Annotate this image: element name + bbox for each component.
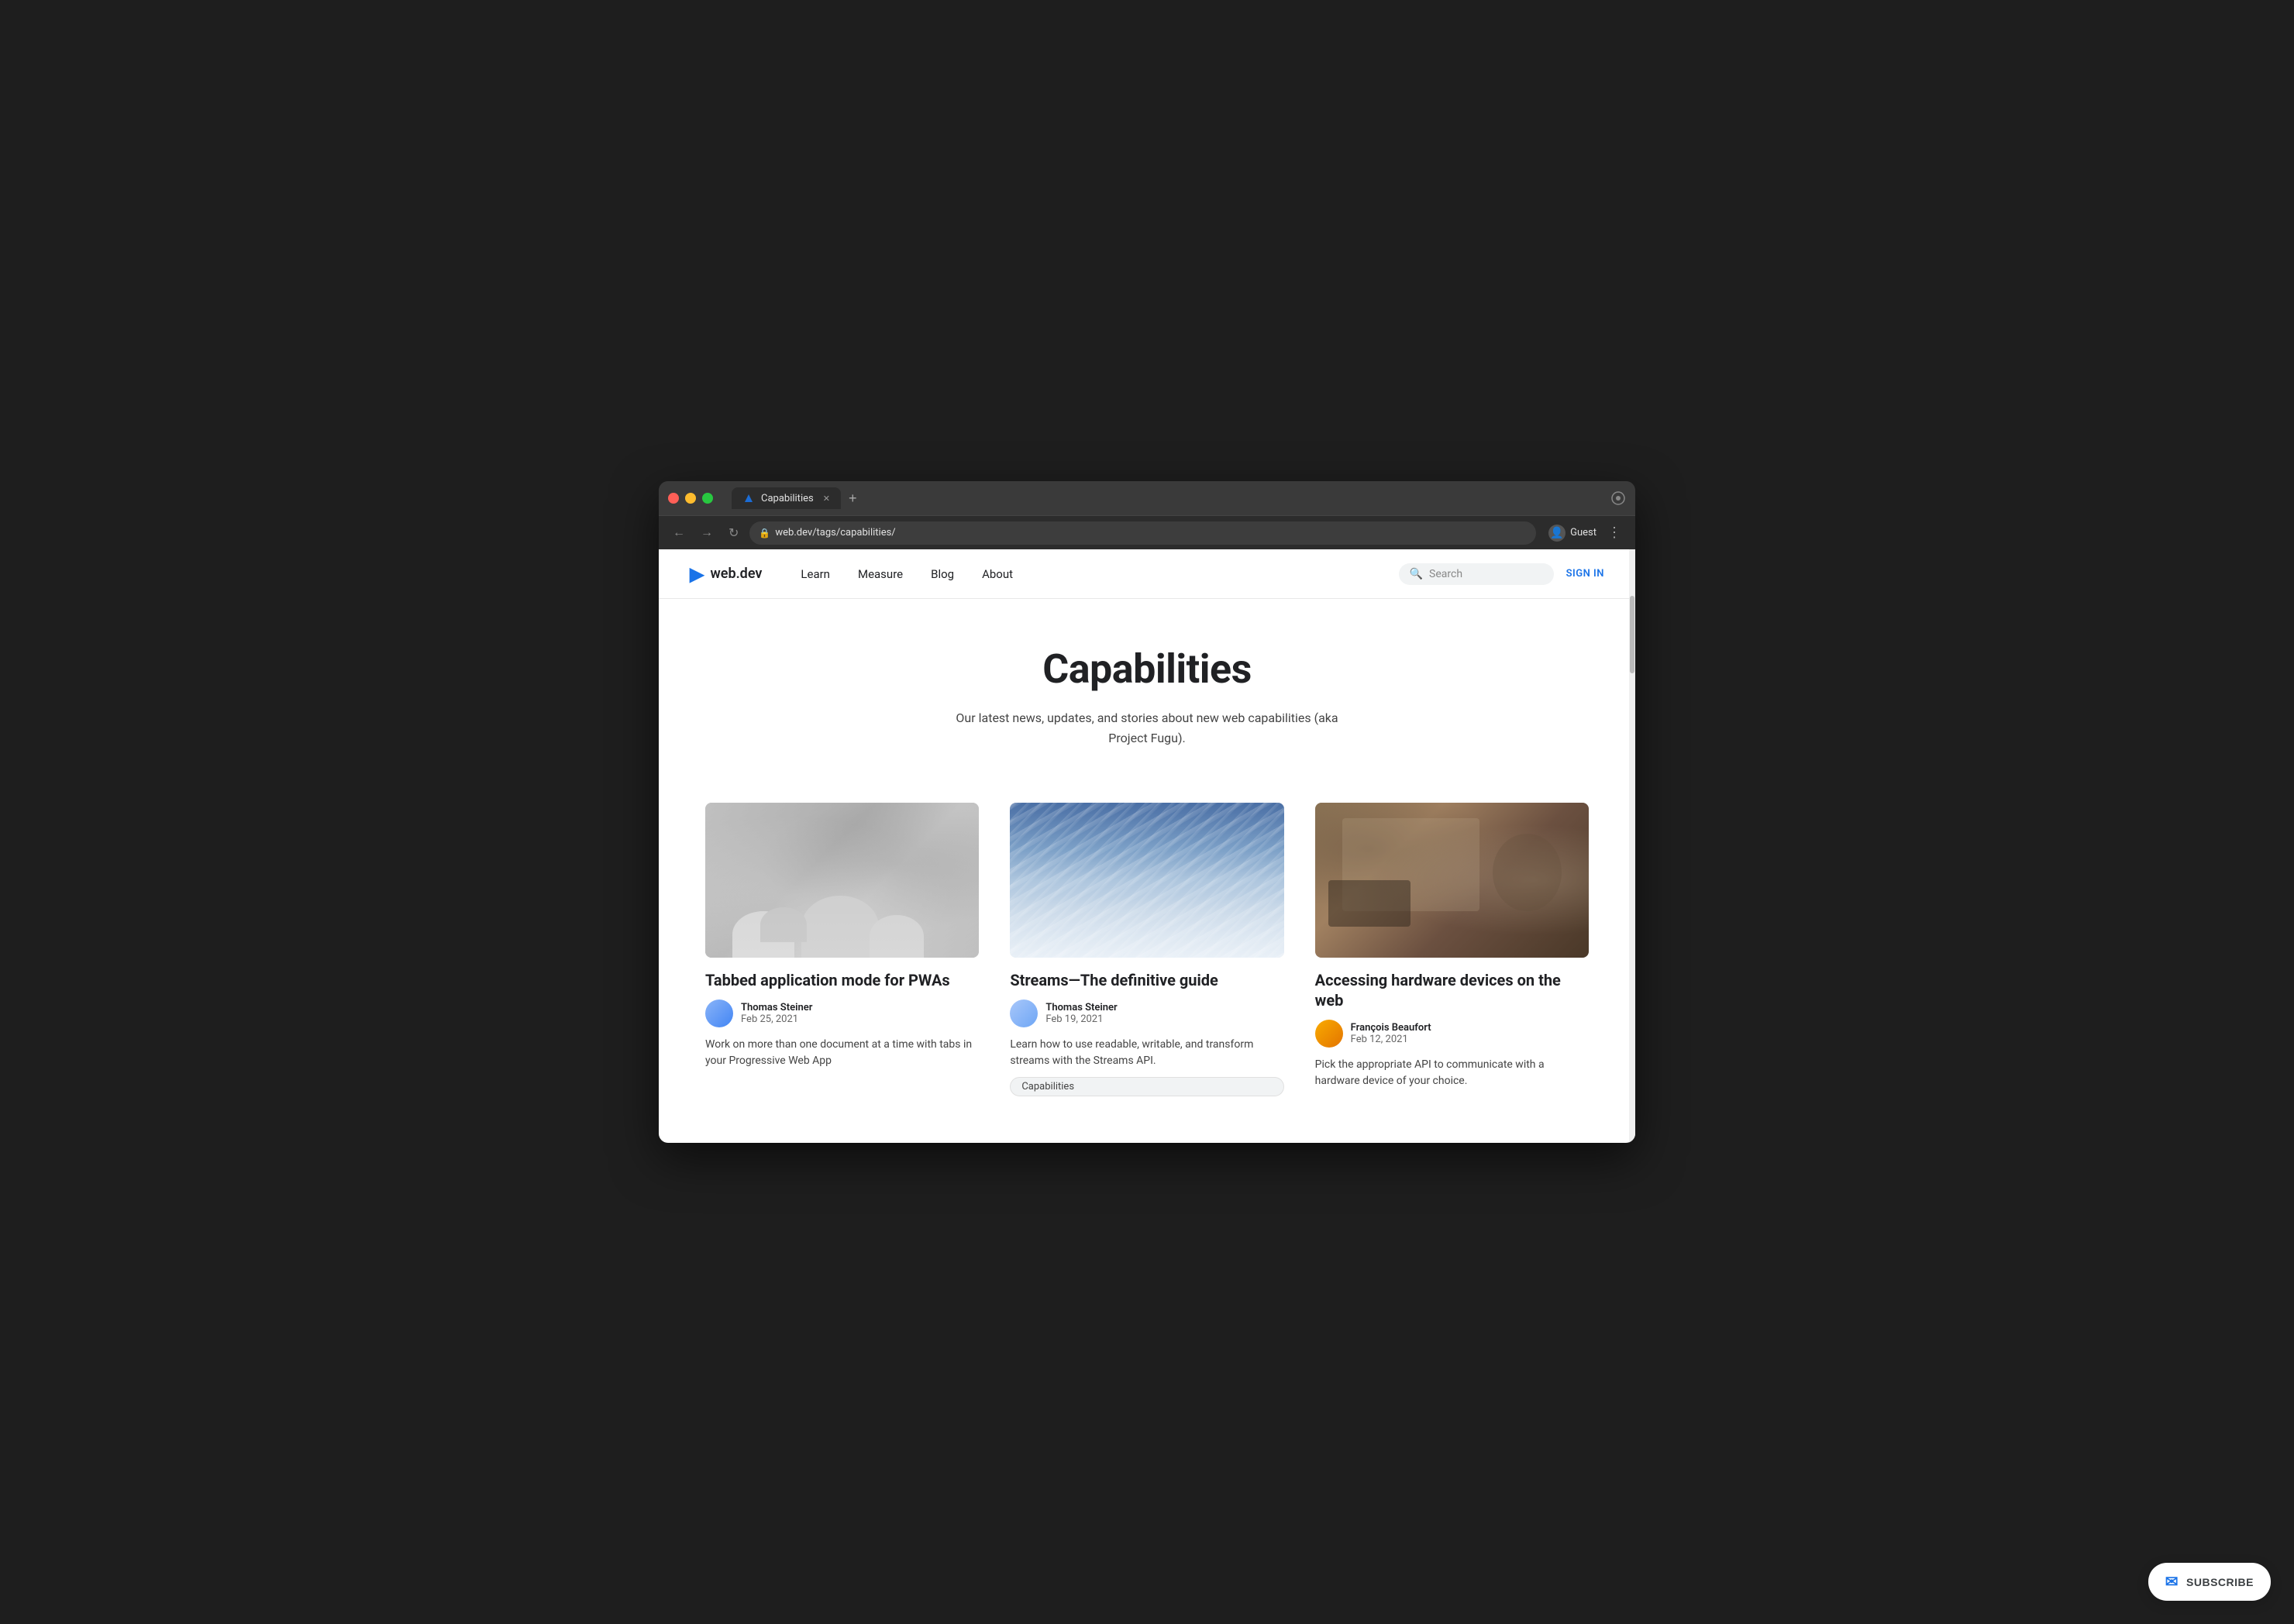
title-bar-right	[1610, 490, 1626, 506]
article-card-1: Tabbed application mode for PWAs Thomas …	[705, 803, 979, 1096]
hero-description: Our latest news, updates, and stories ab…	[946, 708, 1348, 748]
back-button[interactable]: ←	[668, 523, 690, 543]
article-card-2: Streams—The definitive guide Thomas Stei…	[1010, 803, 1283, 1096]
article-excerpt-1: Work on more than one document at a time…	[705, 1037, 979, 1069]
forward-button[interactable]: →	[696, 523, 718, 543]
url-bar: ← → ↻ 🔒 web.dev/tags/capabilities/ 👤 Gue…	[659, 515, 1635, 549]
search-icon: 🔍	[1410, 568, 1423, 580]
scrollbar[interactable]	[1629, 549, 1635, 1142]
hero-title: Capabilities	[690, 645, 1604, 693]
tab-favicon	[742, 492, 755, 504]
article-image-1[interactable]	[705, 803, 979, 958]
nav-measure[interactable]: Measure	[844, 549, 917, 599]
subscribe-button[interactable]: ✉ SUBSCRIBE	[2148, 1563, 2271, 1601]
article-image-2[interactable]	[1010, 803, 1283, 958]
nav-blog[interactable]: Blog	[917, 549, 968, 599]
extensions-icon	[1610, 490, 1626, 506]
url-text: web.dev/tags/capabilities/	[775, 527, 895, 538]
article-title-2[interactable]: Streams—The definitive guide	[1010, 970, 1283, 990]
nav-learn[interactable]: Learn	[787, 549, 844, 599]
minimize-button[interactable]	[685, 493, 696, 504]
site-logo[interactable]: ▶ web.dev	[690, 563, 762, 585]
subscribe-icon: ✉	[2165, 1572, 2179, 1591]
author-name-3: François Beaufort	[1351, 1022, 1431, 1034]
nav-links: Learn Measure Blog About	[787, 549, 1027, 599]
article-title-3[interactable]: Accessing hardware devices on the web	[1315, 970, 1589, 1010]
author-date-1: Feb 25, 2021	[741, 1013, 812, 1025]
article-card-3: Accessing hardware devices on the web Fr…	[1315, 803, 1589, 1096]
article-author-1: Thomas Steiner Feb 25, 2021	[705, 1000, 979, 1027]
subscribe-label: SUBSCRIBE	[2186, 1576, 2254, 1588]
scrollbar-thumb	[1630, 596, 1634, 673]
search-box[interactable]: 🔍 Search	[1399, 563, 1554, 585]
author-name-1: Thomas Steiner	[741, 1002, 812, 1013]
site-nav: ▶ web.dev Learn Measure Blog About 🔍 Sea…	[659, 549, 1635, 599]
article-title-1[interactable]: Tabbed application mode for PWAs	[705, 970, 979, 990]
active-tab[interactable]: Capabilities ✕	[732, 487, 841, 509]
maximize-button[interactable]	[702, 493, 713, 504]
nav-right: 🔍 Search SIGN IN	[1399, 563, 1604, 585]
article-excerpt-3: Pick the appropriate API to communicate …	[1315, 1057, 1589, 1089]
profile-label: Guest	[1570, 527, 1596, 538]
author-info-1: Thomas Steiner Feb 25, 2021	[741, 1002, 812, 1025]
more-options-button[interactable]: ⋮	[1603, 521, 1626, 544]
page-content: ▶ web.dev Learn Measure Blog About 🔍 Sea…	[659, 549, 1635, 1142]
author-avatar-2	[1010, 1000, 1038, 1027]
logo-text: web.dev	[710, 566, 762, 582]
author-name-2: Thomas Steiner	[1045, 1002, 1117, 1013]
lock-icon: 🔒	[759, 528, 770, 538]
sign-in-button[interactable]: SIGN IN	[1566, 568, 1604, 580]
author-date-2: Feb 19, 2021	[1045, 1013, 1117, 1025]
traffic-lights	[668, 493, 713, 504]
logo-icon: ▶	[690, 563, 704, 585]
article-tag-2[interactable]: Capabilities	[1010, 1077, 1283, 1096]
article-excerpt-2: Learn how to use readable, writable, and…	[1010, 1037, 1283, 1069]
tab-bar: Capabilities ✕ +	[732, 487, 1604, 509]
articles-grid: Tabbed application mode for PWAs Thomas …	[659, 787, 1635, 1143]
refresh-button[interactable]: ↻	[724, 522, 743, 544]
new-tab-button[interactable]: +	[844, 490, 862, 507]
article-author-3: François Beaufort Feb 12, 2021	[1315, 1020, 1589, 1048]
nav-about[interactable]: About	[968, 549, 1027, 599]
close-button[interactable]	[668, 493, 679, 504]
tab-close-icon[interactable]: ✕	[823, 494, 830, 504]
author-avatar-1	[705, 1000, 733, 1027]
article-image-3[interactable]	[1315, 803, 1589, 958]
author-info-2: Thomas Steiner Feb 19, 2021	[1045, 1002, 1117, 1025]
title-bar: Capabilities ✕ +	[659, 481, 1635, 515]
hero-section: Capabilities Our latest news, updates, a…	[659, 599, 1635, 786]
profile-button[interactable]: 👤 Guest	[1548, 525, 1596, 542]
tab-title: Capabilities	[761, 493, 814, 504]
url-input[interactable]: 🔒 web.dev/tags/capabilities/	[749, 521, 1536, 545]
author-info-3: François Beaufort Feb 12, 2021	[1351, 1022, 1431, 1045]
author-date-3: Feb 12, 2021	[1351, 1034, 1431, 1045]
author-avatar-3	[1315, 1020, 1343, 1048]
search-placeholder: Search	[1429, 568, 1462, 580]
profile-icon: 👤	[1548, 525, 1566, 542]
article-author-2: Thomas Steiner Feb 19, 2021	[1010, 1000, 1283, 1027]
